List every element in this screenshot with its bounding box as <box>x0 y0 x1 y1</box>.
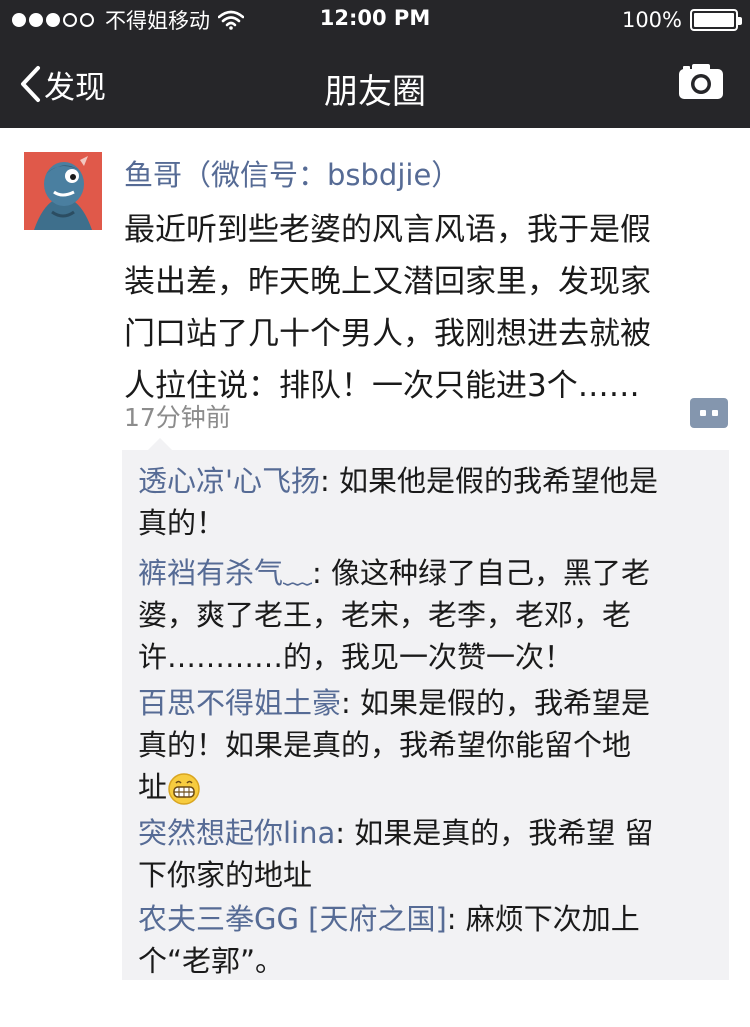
comment-item: 百思不得姐土豪: 如果是假的，我希望是 真的！如果是真的，我希望你能留个地 址 <box>138 682 718 808</box>
comment-text: : 像这种绿了自己，黑了老 <box>312 556 651 590</box>
comment-item: 突然想起你lina: 如果是真的，我希望 留 下你家的地址 <box>138 812 718 896</box>
comments-caret <box>148 438 172 450</box>
post-line: 装出差，昨天晚上又潜回家里，发现家 <box>124 264 651 300</box>
comment-text: 真的！ <box>138 506 226 540</box>
post-timestamp: 17分钟前 <box>124 403 231 432</box>
comment-author[interactable]: 百思不得姐土豪 <box>138 686 341 720</box>
comment-menu-button[interactable] <box>690 398 728 428</box>
comment-text: 址 <box>138 770 168 804</box>
post-line: 最近听到些老婆的风言风语，我于是假 <box>124 212 651 248</box>
comment-text: 下你家的地址 <box>138 858 313 892</box>
comment-item: 透心凉'心飞扬: 如果他是假的我希望他是 真的！ <box>138 460 718 544</box>
comment-text: : 麻烦下次加上 <box>446 902 640 936</box>
avatar[interactable] <box>24 152 102 230</box>
page-title: 朋友圈 <box>324 72 426 112</box>
comment-text: : 如果他是假的我希望他是 <box>319 464 658 498</box>
status-right: 100% <box>621 6 742 34</box>
post-line: 门口站了几十个男人，我刚想进去就被 <box>124 316 651 352</box>
comment-author[interactable]: 农夫三拳GG [天府之国] <box>138 902 447 936</box>
grin-emoji-icon <box>168 773 200 805</box>
fish-avatar-icon <box>24 152 102 230</box>
battery-icon <box>690 9 742 31</box>
menu-dot <box>700 410 706 416</box>
battery-tip <box>738 17 742 25</box>
comment-text: 个“老郭”。 <box>138 944 285 978</box>
battery-fill <box>694 13 734 27</box>
comments-box: 透心凉'心飞扬: 如果他是假的我希望他是 真的！ 裤裆有杀气﹏: 像这种绿了自己… <box>122 438 729 982</box>
comment-text: 真的！如果是真的，我希望你能留个地 <box>138 728 632 762</box>
comment-text: : 如果是真的，我希望 留 <box>335 816 654 850</box>
status-bar: 不得姐移动 12:00 PM 100% <box>0 0 750 40</box>
comment-text: 婆，爽了老王，老宋，老李，老邓，老 <box>138 598 632 632</box>
comment-author[interactable]: 裤裆有杀气﹏ <box>138 556 312 590</box>
camera-icon[interactable] <box>678 62 724 100</box>
comment-item: 农夫三拳GG [天府之国]: 麻烦下次加上 个“老郭”。 <box>138 898 718 982</box>
comment-author[interactable]: 透心凉'心飞扬 <box>138 464 320 498</box>
menu-dot <box>712 410 718 416</box>
nav-bar: 发现 朋友圈 <box>0 40 750 128</box>
comment-text: 许…………的，我见一次赞一次！ <box>138 640 574 674</box>
battery-percent: 100% <box>621 8 682 32</box>
post-author[interactable]: 鱼哥（微信号：bsbdjie） <box>124 152 460 194</box>
comment-text: : 如果是假的，我希望是 <box>341 686 651 720</box>
comment-author[interactable]: 突然想起你lina <box>138 816 335 850</box>
post-content: 最近听到些老婆的风言风语，我于是假 装出差，昨天晚上又潜回家里，发现家 门口站了… <box>124 204 724 412</box>
comment-item: 裤裆有杀气﹏: 像这种绿了自己，黑了老 婆，爽了老王，老宋，老李，老邓，老 许…… <box>138 552 718 678</box>
